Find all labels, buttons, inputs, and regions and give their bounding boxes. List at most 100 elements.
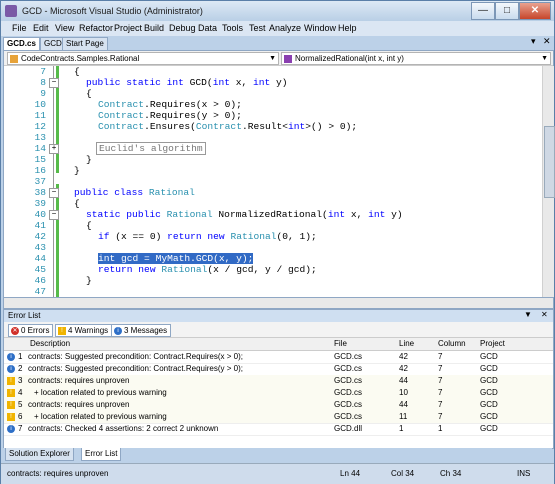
menu-test[interactable]: Test — [249, 23, 266, 33]
close-button[interactable]: ✕ — [519, 2, 551, 20]
method-icon — [284, 54, 292, 63]
row-number: 2 — [18, 364, 23, 373]
tab-gcd-cs[interactable]: GCD.cs — [3, 37, 40, 50]
column-column[interactable]: Column — [438, 338, 466, 350]
code-line: } — [74, 165, 80, 176]
window-title: GCD - Microsoft Visual Studio (Administr… — [22, 6, 203, 16]
class-icon — [10, 54, 18, 63]
error-list-panel: Error List ▼ ✕ ✕ 0 Errors ! 4 Warnings i3 … — [3, 309, 554, 449]
warning-icon: ! — [7, 413, 15, 421]
messages-filter-button[interactable]: i3 Messages — [111, 324, 172, 337]
row-file: GCD.cs — [334, 364, 362, 373]
tab-error-list[interactable]: Error List — [81, 448, 122, 461]
type-dropdown[interactable]: CodeContracts.Samples.Rational ▼ — [7, 52, 279, 65]
line-number: 8 — [40, 77, 46, 88]
line-number: 11 — [34, 110, 46, 121]
menu-window[interactable]: Window — [304, 23, 336, 33]
row-project: GCD — [480, 400, 498, 409]
chevron-down-icon: ▼ — [269, 55, 276, 62]
member-dropdown-value: NormalizedRational(int x, int y) — [295, 54, 404, 63]
menu-data[interactable]: Data — [198, 23, 217, 33]
code-line: Contract.Requires(y > 0); — [98, 110, 242, 121]
line-number: 15 — [34, 154, 46, 165]
tab-start-page[interactable]: Start Page — [62, 37, 108, 50]
tab-solution-explorer[interactable]: Solution Explorer — [5, 448, 74, 461]
horizontal-scrollbar[interactable] — [3, 297, 554, 309]
row-project: GCD — [480, 376, 498, 385]
collapse-toggle-icon[interactable]: − — [49, 78, 59, 88]
error-list-title: Error List — [4, 310, 553, 322]
row-number: 4 — [18, 388, 23, 397]
row-column: 7 — [438, 352, 443, 361]
row-file: GCD.cs — [334, 400, 362, 409]
menu-edit[interactable]: Edit — [33, 23, 49, 33]
column-file[interactable]: File — [334, 338, 347, 350]
menu-debug[interactable]: Debug — [169, 23, 196, 33]
menu-file[interactable]: File — [12, 23, 27, 33]
row-project: GCD — [480, 412, 498, 421]
line-number: 37 — [34, 176, 46, 187]
code-area[interactable]: 7 8 9 10 11 12 13 14 15 16 37 38 39 40 4… — [4, 66, 540, 298]
row-column: 7 — [438, 364, 443, 373]
collapse-toggle-icon[interactable]: − — [49, 188, 59, 198]
line-number: 39 — [34, 198, 46, 209]
code-line: Contract.Requires(x > 0); — [98, 99, 242, 110]
warnings-filter-button[interactable]: ! 4 Warnings — [55, 324, 113, 337]
column-project[interactable]: Project — [480, 338, 505, 350]
scrollbar-thumb[interactable] — [544, 126, 555, 198]
menu-view[interactable]: View — [55, 23, 74, 33]
warning-icon: ! — [7, 389, 15, 397]
line-number: 10 — [34, 99, 46, 110]
type-dropdown-value: CodeContracts.Samples.Rational — [21, 54, 140, 63]
code-line: { — [86, 88, 92, 99]
errors-filter-button[interactable]: ✕ 0 Errors — [8, 324, 54, 337]
menu-analyze[interactable]: Analyze — [269, 23, 301, 33]
line-number: 47 — [34, 286, 46, 297]
pin-icon[interactable]: ▼ — [524, 310, 532, 319]
collapse-toggle-icon[interactable]: − — [49, 210, 59, 220]
row-number: 6 — [18, 412, 23, 421]
row-number: 3 — [18, 376, 23, 385]
line-number: 43 — [34, 242, 46, 253]
chevron-down-icon[interactable]: ▾ — [531, 36, 536, 47]
expand-toggle-icon[interactable]: + — [49, 144, 59, 154]
menu-refactor[interactable]: Refactor — [79, 23, 113, 33]
code-editor[interactable]: CodeContracts.Samples.Rational ▼ Normali… — [3, 50, 555, 299]
column-description[interactable]: Description — [30, 338, 70, 350]
line-number: 41 — [34, 220, 46, 231]
row-description: contracts: Suggested precondition: Contr… — [28, 352, 243, 361]
close-icon[interactable]: ✕ — [541, 310, 548, 319]
menu-tools[interactable]: Tools — [222, 23, 243, 33]
row-file: GCD.cs — [334, 412, 362, 421]
line-number: 45 — [34, 264, 46, 275]
minimize-button[interactable]: — — [471, 2, 495, 20]
row-number: 7 — [18, 424, 23, 433]
row-description: contracts: Suggested precondition: Contr… — [28, 364, 243, 373]
code-line: return new Rational(x / gcd, y / gcd); — [98, 264, 317, 275]
line-number: 13 — [34, 132, 46, 143]
info-icon: i — [114, 326, 122, 335]
menu-build[interactable]: Build — [144, 23, 164, 33]
line-number: 9 — [40, 88, 46, 99]
row-line: 1 — [399, 424, 404, 433]
menu-project[interactable]: Project — [114, 23, 142, 33]
visual-studio-icon — [5, 5, 17, 17]
outline-guide — [53, 66, 54, 298]
selected-code[interactable]: int gcd = MyMath.GCD(x, y); — [98, 253, 254, 264]
error-icon: ✕ — [11, 326, 19, 335]
column-line[interactable]: Line — [399, 338, 414, 350]
info-icon: i — [7, 353, 15, 361]
row-description: contracts: Checked 4 assertions: 2 corre… — [28, 424, 219, 433]
close-tab-icon[interactable]: ✕ — [543, 36, 551, 47]
menu-help[interactable]: Help — [338, 23, 357, 33]
row-column: 7 — [438, 388, 443, 397]
maximize-button[interactable]: □ — [495, 2, 519, 20]
row-description: contracts: requires unproven — [28, 400, 130, 409]
table-row[interactable]: i 7 contracts: Checked 4 assertions: 2 cor… — [4, 423, 553, 436]
member-dropdown[interactable]: NormalizedRational(int x, int y) ▼ — [281, 52, 551, 65]
vertical-scrollbar[interactable] — [542, 66, 555, 298]
status-bar: contracts: requires unproven Ln 44 Col 3… — [1, 463, 554, 484]
code-line: public class Rational — [74, 187, 195, 198]
collapsed-region[interactable]: Euclid's algorithm — [96, 142, 206, 155]
info-icon: i — [7, 365, 15, 373]
